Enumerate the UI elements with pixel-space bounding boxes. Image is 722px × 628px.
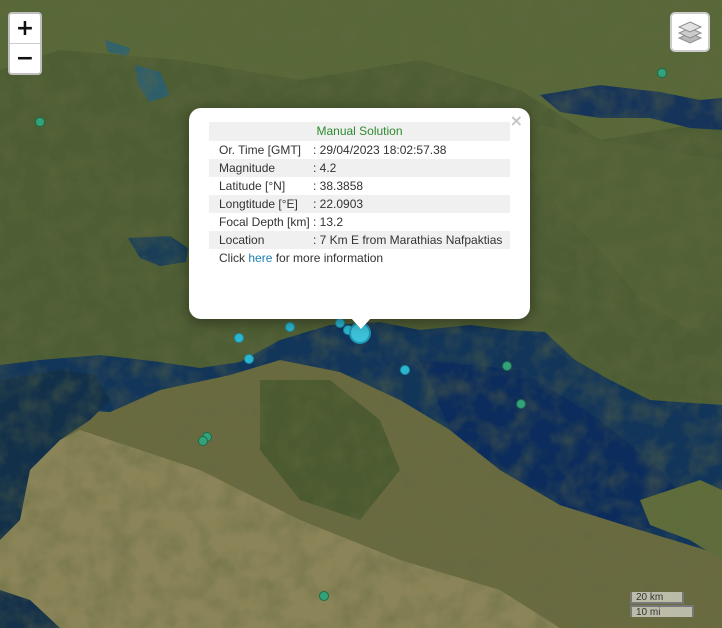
row-value: : 4.2 <box>311 159 510 177</box>
scale-mi: 10 mi <box>630 605 694 618</box>
row-value: : 38.3858 <box>313 179 364 193</box>
earthquake-marker[interactable] <box>657 68 667 78</box>
earthquake-marker[interactable] <box>400 365 410 375</box>
earthquake-marker[interactable] <box>198 436 208 446</box>
earthquake-marker[interactable] <box>285 322 295 332</box>
row-value: : 13.2 <box>313 215 344 229</box>
row-value: : 22.0903 <box>311 195 510 213</box>
close-icon[interactable]: × <box>510 111 523 130</box>
row-label: Location <box>209 231 311 249</box>
row-label: Or. Time [GMT] <box>219 143 302 157</box>
more-info-text: Click here for more information <box>219 251 384 265</box>
earthquake-marker[interactable] <box>502 361 512 371</box>
row-label: Latitude [°N] <box>219 179 286 193</box>
earthquake-popup: × Manual Solution Or. Time [GMT] : 29/04… <box>189 108 530 319</box>
scale-control: 20 km 10 mi <box>630 592 694 618</box>
layers-icon <box>677 21 703 44</box>
popup-tip <box>350 317 372 329</box>
map-view[interactable]: + − × Manual Solution Or. Time [GMT] : 2… <box>0 0 722 628</box>
earthquake-marker[interactable] <box>234 333 244 343</box>
zoom-control: + − <box>8 12 42 75</box>
zoom-in-button[interactable]: + <box>10 14 40 43</box>
solution-type: Manual Solution <box>209 122 510 141</box>
earthquake-marker[interactable] <box>319 591 329 601</box>
row-value: : 7 Km E from Marathias Nafpaktias <box>311 231 510 249</box>
row-label: Magnitude <box>209 159 311 177</box>
more-info-link[interactable]: here <box>248 251 272 265</box>
earthquake-marker[interactable] <box>244 354 254 364</box>
earthquake-marker[interactable] <box>35 117 45 127</box>
zoom-out-button[interactable]: − <box>10 43 40 73</box>
earthquake-marker[interactable] <box>516 399 526 409</box>
scale-km: 20 km <box>630 592 684 604</box>
earthquake-info-table: Manual Solution Or. Time [GMT] : 29/04/2… <box>209 122 510 249</box>
row-value: : 29/04/2023 18:02:57.38 <box>313 143 447 157</box>
row-label: Focal Depth [km] <box>219 215 310 229</box>
layers-button[interactable] <box>670 12 710 52</box>
row-label: Longtitude [°E] <box>209 195 311 213</box>
